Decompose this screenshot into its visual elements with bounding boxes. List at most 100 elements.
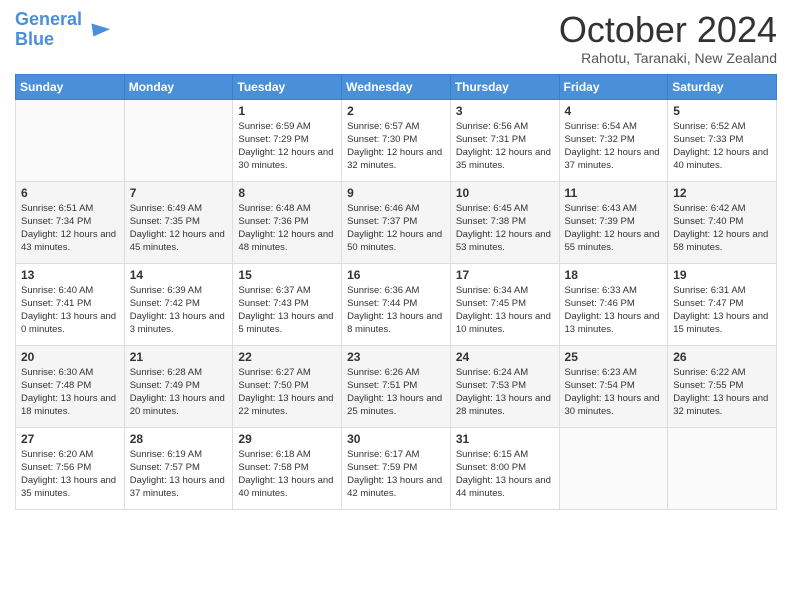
calendar-cell: 4 Sunrise: 6:54 AMSunset: 7:32 PMDaylight… bbox=[559, 99, 668, 181]
weekday-header-saturday: Saturday bbox=[668, 74, 777, 99]
weekday-header-friday: Friday bbox=[559, 74, 668, 99]
day-info: Sunrise: 6:28 AMSunset: 7:49 PMDaylight:… bbox=[130, 366, 228, 419]
weekday-header-sunday: Sunday bbox=[16, 74, 125, 99]
day-info: Sunrise: 6:19 AMSunset: 7:57 PMDaylight:… bbox=[130, 448, 228, 501]
calendar-cell: 14 Sunrise: 6:39 AMSunset: 7:42 PMDayligh… bbox=[124, 263, 233, 345]
day-number: 25 bbox=[565, 350, 663, 364]
day-number: 20 bbox=[21, 350, 119, 364]
calendar-cell: 12 Sunrise: 6:42 AMSunset: 7:40 PMDayligh… bbox=[668, 181, 777, 263]
calendar-cell: 23 Sunrise: 6:26 AMSunset: 7:51 PMDayligh… bbox=[342, 345, 451, 427]
day-info: Sunrise: 6:51 AMSunset: 7:34 PMDaylight:… bbox=[21, 202, 119, 255]
day-number: 14 bbox=[130, 268, 228, 282]
calendar-cell bbox=[124, 99, 233, 181]
week-row-1: 1 Sunrise: 6:59 AMSunset: 7:29 PMDaylight… bbox=[16, 99, 777, 181]
day-info: Sunrise: 6:24 AMSunset: 7:53 PMDaylight:… bbox=[456, 366, 554, 419]
day-info: Sunrise: 6:54 AMSunset: 7:32 PMDaylight:… bbox=[565, 120, 663, 173]
calendar-cell: 27Sunrise: 6:20 AMSunset: 7:56 PMDayligh… bbox=[16, 427, 125, 509]
weekday-header-monday: Monday bbox=[124, 74, 233, 99]
day-info: Sunrise: 6:15 AMSunset: 8:00 PMDaylight:… bbox=[456, 448, 554, 501]
calendar-cell: 22 Sunrise: 6:27 AMSunset: 7:50 PMDayligh… bbox=[233, 345, 342, 427]
calendar-cell bbox=[16, 99, 125, 181]
calendar-cell: 31Sunrise: 6:15 AMSunset: 8:00 PMDayligh… bbox=[450, 427, 559, 509]
day-number: 12 bbox=[673, 186, 771, 200]
calendar-cell: 5Sunrise: 6:52 AMSunset: 7:33 PMDaylight… bbox=[668, 99, 777, 181]
calendar-cell: 11 Sunrise: 6:43 AMSunset: 7:39 PMDayligh… bbox=[559, 181, 668, 263]
day-number: 23 bbox=[347, 350, 445, 364]
day-info: Sunrise: 6:17 AMSunset: 7:59 PMDaylight:… bbox=[347, 448, 445, 501]
day-number: 10 bbox=[456, 186, 554, 200]
day-info: Sunrise: 6:27 AMSunset: 7:50 PMDaylight:… bbox=[238, 366, 336, 419]
weekday-header-tuesday: Tuesday bbox=[233, 74, 342, 99]
calendar-cell: 18 Sunrise: 6:33 AMSunset: 7:46 PMDayligh… bbox=[559, 263, 668, 345]
day-number: 26 bbox=[673, 350, 771, 364]
day-info: Sunrise: 6:59 AMSunset: 7:29 PMDaylight:… bbox=[238, 120, 336, 173]
day-number: 21 bbox=[130, 350, 228, 364]
day-info: Sunrise: 6:33 AMSunset: 7:46 PMDaylight:… bbox=[565, 284, 663, 337]
day-number: 6 bbox=[21, 186, 119, 200]
day-number: 22 bbox=[238, 350, 336, 364]
calendar-cell: 9 Sunrise: 6:46 AMSunset: 7:37 PMDaylight… bbox=[342, 181, 451, 263]
day-number: 24 bbox=[456, 350, 554, 364]
day-number: 7 bbox=[130, 186, 228, 200]
week-row-5: 27Sunrise: 6:20 AMSunset: 7:56 PMDayligh… bbox=[16, 427, 777, 509]
day-number: 9 bbox=[347, 186, 445, 200]
calendar-cell: 16 Sunrise: 6:36 AMSunset: 7:44 PMDayligh… bbox=[342, 263, 451, 345]
calendar-cell: 29 Sunrise: 6:18 AMSunset: 7:58 PMDayligh… bbox=[233, 427, 342, 509]
day-info: Sunrise: 6:31 AMSunset: 7:47 PMDaylight:… bbox=[673, 284, 771, 337]
day-number: 19 bbox=[673, 268, 771, 282]
calendar-cell: 28Sunrise: 6:19 AMSunset: 7:57 PMDayligh… bbox=[124, 427, 233, 509]
day-number: 30 bbox=[347, 432, 445, 446]
day-info: Sunrise: 6:42 AMSunset: 7:40 PMDaylight:… bbox=[673, 202, 771, 255]
calendar-cell: 6 Sunrise: 6:51 AMSunset: 7:34 PMDaylight… bbox=[16, 181, 125, 263]
day-info: Sunrise: 6:46 AMSunset: 7:37 PMDaylight:… bbox=[347, 202, 445, 255]
calendar-cell: 1 Sunrise: 6:59 AMSunset: 7:29 PMDaylight… bbox=[233, 99, 342, 181]
day-number: 27 bbox=[21, 432, 119, 446]
weekday-header-thursday: Thursday bbox=[450, 74, 559, 99]
calendar-cell: 25 Sunrise: 6:23 AMSunset: 7:54 PMDayligh… bbox=[559, 345, 668, 427]
calendar-cell: 19 Sunrise: 6:31 AMSunset: 7:47 PMDayligh… bbox=[668, 263, 777, 345]
week-row-3: 13 Sunrise: 6:40 AMSunset: 7:41 PMDayligh… bbox=[16, 263, 777, 345]
logo-icon bbox=[84, 16, 112, 44]
day-number: 1 bbox=[238, 104, 336, 118]
day-number: 16 bbox=[347, 268, 445, 282]
week-row-4: 20 Sunrise: 6:30 AMSunset: 7:48 PMDayligh… bbox=[16, 345, 777, 427]
day-number: 13 bbox=[21, 268, 119, 282]
day-info: Sunrise: 6:39 AMSunset: 7:42 PMDaylight:… bbox=[130, 284, 228, 337]
logo-text: GeneralBlue bbox=[15, 10, 82, 50]
location-subtitle: Rahotu, Taranaki, New Zealand bbox=[559, 50, 777, 66]
day-number: 17 bbox=[456, 268, 554, 282]
day-number: 29 bbox=[238, 432, 336, 446]
day-info: Sunrise: 6:23 AMSunset: 7:54 PMDaylight:… bbox=[565, 366, 663, 419]
calendar-table: SundayMondayTuesdayWednesdayThursdayFrid… bbox=[15, 74, 777, 510]
calendar-cell: 30 Sunrise: 6:17 AMSunset: 7:59 PMDayligh… bbox=[342, 427, 451, 509]
day-info: Sunrise: 6:49 AMSunset: 7:35 PMDaylight:… bbox=[130, 202, 228, 255]
week-row-2: 6 Sunrise: 6:51 AMSunset: 7:34 PMDaylight… bbox=[16, 181, 777, 263]
day-info: Sunrise: 6:36 AMSunset: 7:44 PMDaylight:… bbox=[347, 284, 445, 337]
calendar-cell: 20 Sunrise: 6:30 AMSunset: 7:48 PMDayligh… bbox=[16, 345, 125, 427]
day-number: 11 bbox=[565, 186, 663, 200]
calendar-cell: 26 Sunrise: 6:22 AMSunset: 7:55 PMDayligh… bbox=[668, 345, 777, 427]
day-number: 8 bbox=[238, 186, 336, 200]
calendar-cell: 8Sunrise: 6:48 AMSunset: 7:36 PMDaylight… bbox=[233, 181, 342, 263]
calendar-cell: 21 Sunrise: 6:28 AMSunset: 7:49 PMDayligh… bbox=[124, 345, 233, 427]
day-info: Sunrise: 6:52 AMSunset: 7:33 PMDaylight:… bbox=[673, 120, 771, 173]
day-info: Sunrise: 6:43 AMSunset: 7:39 PMDaylight:… bbox=[565, 202, 663, 255]
day-info: Sunrise: 6:57 AMSunset: 7:30 PMDaylight:… bbox=[347, 120, 445, 173]
day-info: Sunrise: 6:34 AMSunset: 7:45 PMDaylight:… bbox=[456, 284, 554, 337]
day-number: 4 bbox=[565, 104, 663, 118]
day-info: Sunrise: 6:22 AMSunset: 7:55 PMDaylight:… bbox=[673, 366, 771, 419]
header: GeneralBlue October 2024 Rahotu, Taranak… bbox=[15, 10, 777, 66]
day-number: 18 bbox=[565, 268, 663, 282]
day-info: Sunrise: 6:18 AMSunset: 7:58 PMDaylight:… bbox=[238, 448, 336, 501]
page: GeneralBlue October 2024 Rahotu, Taranak… bbox=[0, 0, 792, 612]
calendar-cell bbox=[668, 427, 777, 509]
day-info: Sunrise: 6:30 AMSunset: 7:48 PMDaylight:… bbox=[21, 366, 119, 419]
day-number: 3 bbox=[456, 104, 554, 118]
day-info: Sunrise: 6:56 AMSunset: 7:31 PMDaylight:… bbox=[456, 120, 554, 173]
calendar-cell: 24 Sunrise: 6:24 AMSunset: 7:53 PMDayligh… bbox=[450, 345, 559, 427]
weekday-header-row: SundayMondayTuesdayWednesdayThursdayFrid… bbox=[16, 74, 777, 99]
day-info: Sunrise: 6:40 AMSunset: 7:41 PMDaylight:… bbox=[21, 284, 119, 337]
calendar-cell bbox=[559, 427, 668, 509]
day-info: Sunrise: 6:26 AMSunset: 7:51 PMDaylight:… bbox=[347, 366, 445, 419]
day-number: 2 bbox=[347, 104, 445, 118]
